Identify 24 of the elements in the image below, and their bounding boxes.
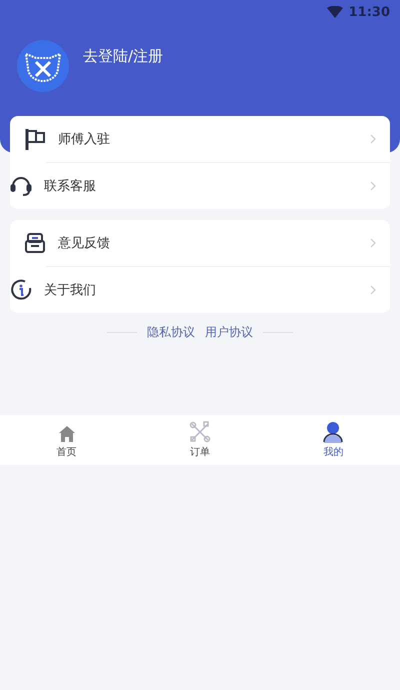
headset-icon	[10, 175, 32, 197]
inbox-icon	[24, 232, 46, 254]
menu-item[interactable]: 联系客服	[46, 162, 390, 209]
chevron-icon	[370, 181, 376, 191]
agreement-link[interactable]: 隐私协议	[147, 324, 195, 341]
tools-icon	[188, 421, 211, 443]
wifi-icon	[326, 6, 343, 18]
menu-item[interactable]: 意见反馈	[10, 220, 390, 266]
status-time: 11:30	[348, 4, 390, 20]
chevron-icon	[370, 285, 376, 295]
menu-item[interactable]: 师傅入驻	[10, 116, 390, 162]
tab-item[interactable]: 我的	[266, 415, 400, 465]
cat-avatar-icon[interactable]	[17, 40, 69, 92]
tab-item[interactable]: 首页	[0, 415, 134, 465]
home-icon	[58, 425, 76, 443]
info-icon	[10, 279, 32, 301]
menu-item[interactable]: 关于我们	[46, 266, 390, 313]
login-link[interactable]: 去登陆/注册	[83, 47, 164, 66]
flag-icon	[24, 128, 46, 150]
user-icon	[323, 421, 344, 443]
chevron-icon	[370, 134, 376, 144]
tab-item[interactable]: 订单	[133, 415, 267, 465]
chevron-icon	[370, 238, 376, 248]
agreement-link[interactable]: 用户协议	[205, 324, 253, 341]
